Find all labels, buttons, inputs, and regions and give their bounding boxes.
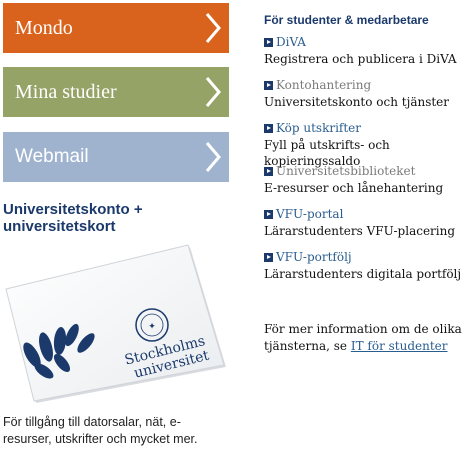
service-link-diva[interactable]: DiVA [264, 35, 462, 50]
tile-mondo[interactable]: Mondo [3, 3, 229, 53]
service-link-kontohantering[interactable]: Kontohantering [264, 78, 462, 93]
more-info-text: För mer information om de olika tjänster… [264, 322, 462, 353]
service-item: Kontohantering Universitetskonto och tjä… [264, 78, 462, 121]
chevron-right-icon [205, 13, 221, 43]
arrow-right-icon [264, 167, 273, 176]
services-panel: För studenter & medarbetare DiVA Registr… [264, 13, 462, 293]
service-link-universitetsbiblioteket[interactable]: Universitetsbiblioteket [264, 164, 462, 179]
universitetskonto-heading[interactable]: Universitetskonto + universitetskort [3, 201, 229, 235]
service-item: VFU-portal Lärarstudenters VFU-placering [264, 207, 462, 250]
service-description: Lärarstudenters digitala portfölj [264, 267, 462, 281]
services-title: För studenter & medarbetare [264, 13, 429, 27]
service-item: Köp utskrifter Fyll på utskrifts- och ko… [264, 121, 462, 168]
tile-label: Webmail [15, 146, 89, 167]
service-description: Universitetskonto och tjänster [264, 95, 450, 109]
it-for-studenter-link[interactable]: IT för studenter [351, 339, 448, 353]
tile-label: Mondo [15, 16, 73, 39]
service-description: E-resurser och lånehantering [264, 181, 444, 195]
chevron-right-icon [205, 77, 221, 107]
arrow-right-icon [264, 81, 273, 90]
tile-label: Mina studier [15, 80, 117, 103]
arrow-right-icon [264, 124, 273, 133]
university-card-image: ✦ Stockholms universitet [0, 243, 230, 403]
service-link-vfu-portal[interactable]: VFU-portal [264, 207, 462, 222]
arrow-right-icon [264, 253, 273, 262]
service-link-vfu-portfolj[interactable]: VFU-portfölj [264, 250, 462, 265]
service-description: Registrera och publicera i DiVA [264, 52, 457, 66]
chevron-right-icon [205, 142, 221, 172]
arrow-right-icon [264, 38, 273, 47]
service-item: Universitetsbiblioteket E-resurser och l… [264, 164, 462, 207]
service-item: DiVA Registrera och publicera i DiVA [264, 35, 462, 78]
card-description: För tillgång till datorsalar, nät, e-res… [3, 415, 198, 446]
tile-mina-studier[interactable]: Mina studier [3, 67, 229, 117]
service-item: VFU-portfölj Lärarstudenters digitala po… [264, 250, 462, 293]
service-description: Lärarstudenters VFU-placering [264, 224, 456, 238]
tile-webmail[interactable]: Webmail [3, 132, 229, 182]
card-illustration: ✦ Stockholms universitet [5, 244, 226, 403]
arrow-right-icon [264, 210, 273, 219]
service-link-kop-utskrifter[interactable]: Köp utskrifter [264, 121, 462, 136]
university-seal-icon: ✦ [135, 308, 169, 342]
svg-text:✦: ✦ [148, 322, 156, 332]
